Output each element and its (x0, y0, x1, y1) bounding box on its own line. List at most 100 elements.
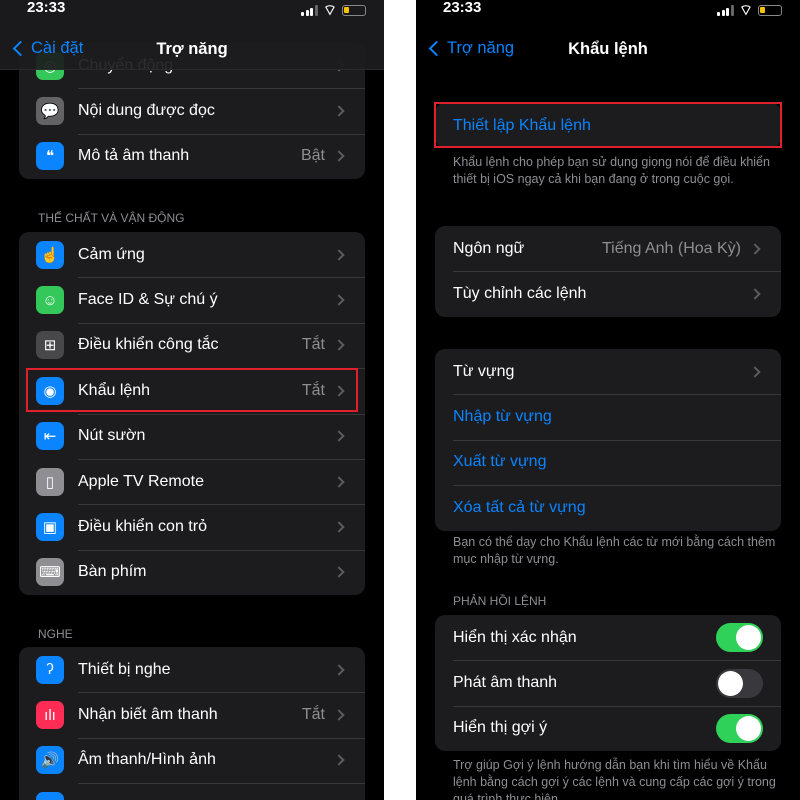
status-time: 23:33 (27, 0, 66, 16)
status-bar: 23:33 ⌔ (416, 0, 800, 19)
chevron-right-icon (333, 664, 345, 676)
wifi-icon: ⌔ (738, 2, 753, 19)
settings-row[interactable]: ❝ Mô tả âm thanh Bật (19, 133, 365, 179)
delete-label: Xóa tất cả từ vựng (453, 498, 586, 516)
setup-footer: Khẩu lệnh cho phép bạn sử dụng giọng nói… (453, 155, 770, 186)
settings-row[interactable]: ▣ Điều khiển con trỏ (19, 504, 365, 549)
chevron-right-icon (749, 243, 761, 255)
chevron-right-icon (333, 249, 345, 261)
section-header: PHẢN HỒI LỆNH (453, 594, 547, 608)
toggle-switch[interactable] (716, 668, 763, 698)
status-bar: 23:33 ⌔ (0, 0, 384, 19)
highlight-box (434, 102, 782, 148)
settings-row[interactable]: ▯ Apple TV Remote (19, 458, 365, 504)
voice-control-screen: 23:33 ⌔ Trợ năng Khẩu lệnh Thiết lập Khẩ… (416, 0, 800, 800)
row-label: Nội dung được đọc (78, 102, 215, 120)
toggle-row: Phát âm thanh (435, 660, 781, 705)
highlight-box (26, 368, 358, 412)
chevron-right-icon (333, 294, 345, 306)
battery-icon (758, 5, 782, 16)
settings-row[interactable]: ʔ Thiết bị nghe (19, 647, 365, 692)
status-time: 23:33 (443, 0, 482, 16)
row-value: Tắt (301, 336, 325, 354)
group-feedback: Hiển thị xác nhận Phát âm thanh Hiển thị g… (435, 615, 781, 752)
chevron-right-icon (333, 754, 345, 767)
row-label: Nhận biết âm thanh (78, 706, 218, 724)
row-value: Tắt (301, 706, 325, 724)
language-label: Ngôn ngữ (453, 239, 525, 257)
pointer-control-icon: ▣ (36, 513, 64, 542)
vocabulary-footer: Bạn có thể dạy cho Khẩu lệnh các từ mới … (453, 535, 776, 566)
import-vocabulary-button[interactable]: Nhập từ vựng (435, 394, 781, 439)
spoken-content-icon: 💬 (36, 97, 64, 126)
subtitles-icon: ▭ (36, 791, 64, 800)
accessibility-screen: 23:33 ⌔ Cài đặt Trợ năng ◎Chuyển động💬Nộ… (0, 0, 384, 800)
toggle-label: Hiển thị xác nhận (453, 628, 577, 646)
switch-control-icon: ⊞ (36, 331, 64, 360)
import-label: Nhập từ vựng (453, 408, 552, 426)
chevron-right-icon (333, 339, 345, 352)
page-title: Khẩu lệnh (568, 40, 648, 58)
customize-label: Tùy chỉnh các lệnh (453, 285, 587, 303)
language-value: Tiếng Anh (Hoa Kỳ) (601, 239, 741, 257)
chevron-right-icon (333, 475, 345, 488)
settings-row[interactable]: 💬 Nội dung được đọc (19, 88, 365, 133)
row-label: Bàn phím (78, 563, 147, 581)
row-label: Cảm ứng (78, 245, 145, 263)
group-vocabulary: Từ vựng Nhập từ vựng Xuất từ vựng Xóa tấ… (435, 349, 781, 531)
toggle-row: Hiển thị xác nhận (435, 615, 781, 660)
sound-recognition-icon: ılı (36, 701, 64, 730)
toggle-switch[interactable] (716, 713, 763, 743)
settings-row[interactable]: ⇤ Nút sườn (19, 413, 365, 459)
chevron-right-icon (749, 366, 761, 378)
row-label: Nút sườn (78, 427, 146, 445)
row-label: Âm thanh/Hình ảnh (78, 751, 216, 769)
row-value: Bật (300, 147, 325, 165)
group-physical-motor: ☝ Cảm ứng ☺ Face ID & Sự chú ý ⊞ Điều khiển c… (19, 232, 365, 596)
signal-icon (717, 5, 734, 16)
row-label: Điều khiển công tắc (78, 336, 219, 354)
row-label: Face ID & Sự chú ý (78, 291, 218, 309)
language-row[interactable]: Ngôn ngữ Tiếng Anh (Hoa Kỳ) (435, 226, 781, 271)
settings-row[interactable]: ☺ Face ID & Sự chú ý (19, 277, 365, 322)
chevron-right-icon (749, 288, 761, 300)
settings-row[interactable]: ☝ Cảm ứng (19, 232, 365, 277)
delete-vocabulary-button[interactable]: Xóa tất cả từ vựng (435, 485, 781, 530)
feedback-footer: Trợ giúp Gợi ý lệnh hướng dẫn bạn khi tì… (453, 758, 776, 800)
row-label: Điều khiển con trỏ (78, 518, 207, 536)
keyboard-icon: ⌨ (36, 558, 64, 587)
row-label: Thiết bị nghe (78, 660, 171, 678)
chevron-right-icon (333, 105, 345, 117)
face-id-icon: ☺ (36, 286, 64, 315)
section-header: THỂ CHẤT VÀ VẬN ĐỘNG (38, 211, 185, 225)
settings-row[interactable]: ⌨ Bàn phím (19, 549, 365, 595)
chevron-right-icon (333, 709, 345, 721)
chevron-right-icon (333, 521, 345, 533)
hearing-icon: ʔ (36, 655, 64, 684)
vocabulary-row[interactable]: Từ vựng (435, 349, 781, 394)
side-button-icon: ⇤ (36, 422, 64, 451)
touch-icon: ☝ (36, 240, 64, 269)
nav-bar: 23:33 ⌔ Cài đặt Trợ năng (0, 0, 384, 70)
customize-commands-row[interactable]: Tùy chỉnh các lệnh (435, 271, 781, 316)
row-label: Apple TV Remote (78, 472, 204, 490)
wifi-icon: ⌔ (322, 2, 337, 19)
chevron-right-icon (333, 566, 345, 579)
toggle-label: Hiển thị gợi ý (453, 719, 548, 737)
export-vocabulary-button[interactable]: Xuất từ vựng (435, 439, 781, 485)
vocabulary-label: Từ vựng (453, 362, 515, 380)
audio-description-icon: ❝ (36, 142, 64, 171)
chevron-right-icon (333, 150, 345, 163)
settings-row[interactable]: ⊞ Điều khiển công tắc Tắt (19, 322, 365, 368)
settings-row[interactable]: 🔊 Âm thanh/Hình ảnh (19, 737, 365, 783)
tv-remote-icon: ▯ (36, 467, 64, 496)
toggle-switch[interactable] (716, 623, 763, 653)
toggle-label: Phát âm thanh (453, 674, 558, 692)
group-language: Ngôn ngữ Tiếng Anh (Hoa Kỳ) Tùy chỉnh các… (435, 226, 781, 317)
section-header: NGHE (38, 627, 73, 641)
signal-icon (301, 5, 318, 16)
page-title: Trợ năng (156, 40, 228, 58)
settings-row[interactable]: ılı Nhận biết âm thanh Tắt (19, 692, 365, 737)
toggle-row: Hiển thị gợi ý (435, 705, 781, 751)
settings-row[interactable]: ▭ (19, 783, 365, 800)
